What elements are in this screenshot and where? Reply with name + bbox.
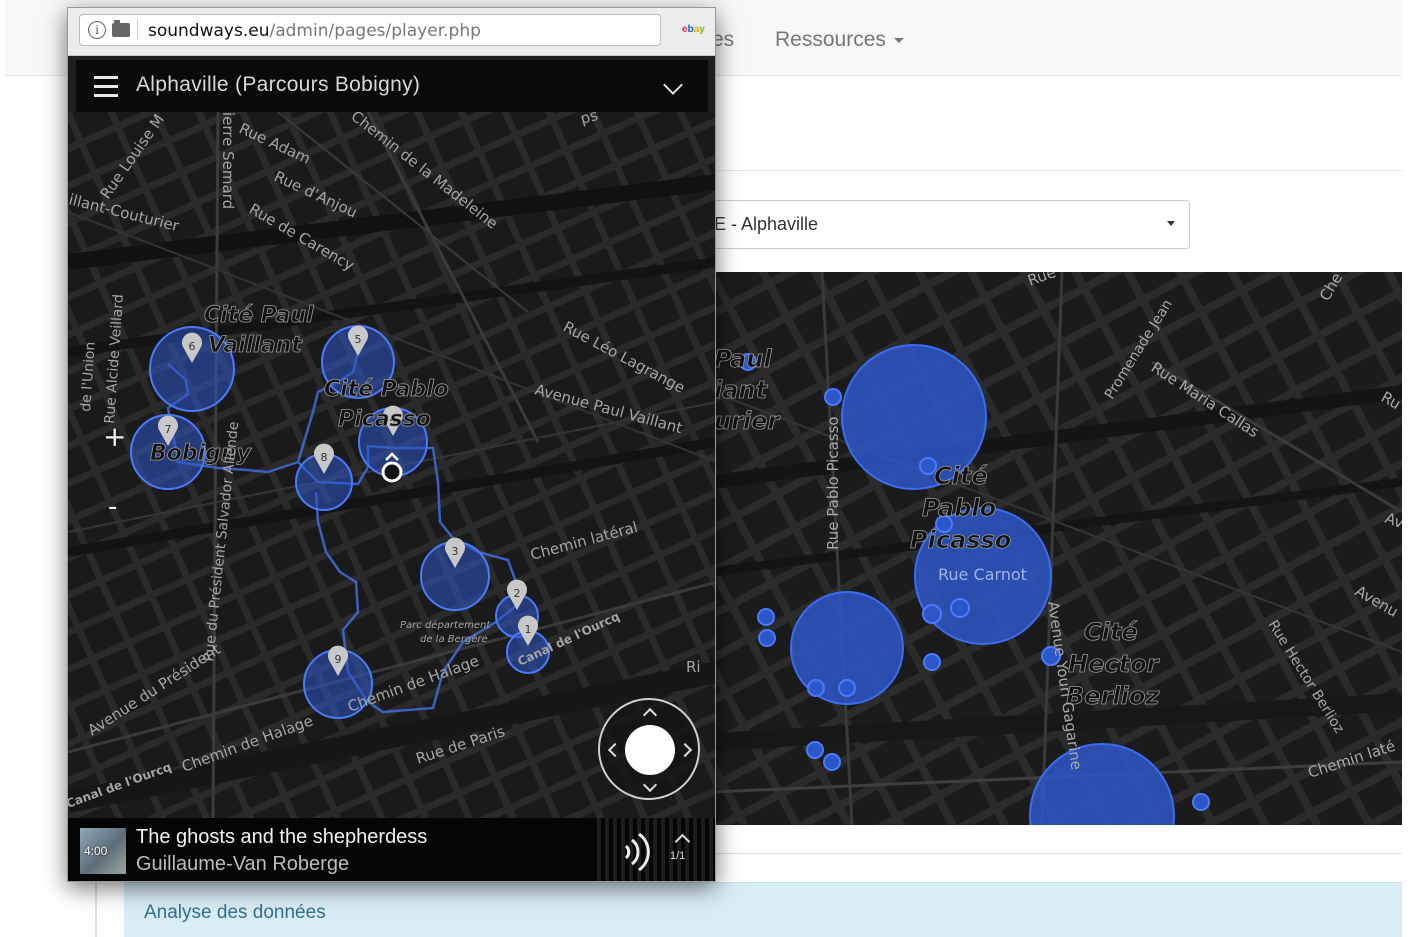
address-bar[interactable]: i soundways.eu/admin/pages/player.php xyxy=(79,14,661,46)
route-title: Alphaville (Parcours Bobigny) xyxy=(136,73,421,96)
hamburger-menu-icon[interactable] xyxy=(94,76,118,98)
map-label: Hector xyxy=(1068,650,1161,678)
playlist-count: 1/1 xyxy=(670,850,686,862)
url-domain: soundways.eu xyxy=(148,21,270,41)
map-label: Vaillant xyxy=(208,333,303,358)
svg-text:5: 5 xyxy=(355,333,362,346)
arrow-left-icon[interactable] xyxy=(607,742,623,758)
admin-point[interactable] xyxy=(923,653,941,671)
divider xyxy=(712,170,1402,171)
panel-edge xyxy=(95,880,124,937)
sound-waves-icon[interactable] xyxy=(620,832,654,872)
map-label: Cité xyxy=(934,462,988,490)
admin-point[interactable] xyxy=(950,598,970,618)
arrow-right-icon[interactable] xyxy=(677,742,693,758)
map-label: Picasso xyxy=(910,526,1011,554)
zoom-in-button[interactable]: + xyxy=(103,420,126,453)
chevron-up-icon xyxy=(674,833,691,850)
url-text: soundways.eu/admin/pages/player.php xyxy=(148,21,481,41)
arrow-up-icon[interactable] xyxy=(642,707,658,723)
equalizer-background xyxy=(597,818,715,881)
admin-point[interactable] xyxy=(757,608,775,626)
track-title: The ghosts and the shepherdess xyxy=(136,826,428,848)
caret-down-icon xyxy=(893,37,904,43)
analysis-panel-title: Analyse des données xyxy=(144,902,326,923)
map-label: Rue Pablo Picasso xyxy=(824,416,842,550)
admin-point[interactable] xyxy=(758,629,776,647)
nav-resources-label: Ressources xyxy=(775,28,886,51)
svg-text:6: 6 xyxy=(189,340,196,353)
now-playing-bar: 4:00 The ghosts and the shepherdess Guil… xyxy=(68,818,715,881)
track-thumbnail[interactable]: 4:00 xyxy=(80,828,126,874)
url-path: /admin/pages/player.php xyxy=(269,21,481,41)
info-icon[interactable]: i xyxy=(88,21,106,39)
map-label: Cité Pablo xyxy=(324,377,449,402)
map-label: Cité Paul xyxy=(204,303,314,328)
admin-point[interactable] xyxy=(922,604,942,624)
browser-toolbar: i soundways.eu/admin/pages/player.php eb… xyxy=(68,8,715,56)
page-icon xyxy=(112,20,130,37)
admin-point[interactable] xyxy=(1192,793,1210,811)
map-label: Paul xyxy=(714,345,772,373)
screen: es Ressources E - Alphaville Paul iant u… xyxy=(0,0,1410,937)
admin-point[interactable] xyxy=(838,679,856,697)
map-label: iant xyxy=(714,376,769,404)
svg-text:2: 2 xyxy=(514,587,521,600)
map-label: Rue Carnot xyxy=(938,565,1027,584)
admin-point[interactable] xyxy=(807,679,825,697)
select-caret-icon xyxy=(1167,221,1175,226)
svg-text:9: 9 xyxy=(335,653,342,666)
map-label: de la Bergère xyxy=(420,633,488,645)
player-header: Alphaville (Parcours Bobigny) xyxy=(76,60,708,112)
divider xyxy=(712,853,1402,854)
track-duration: 4:00 xyxy=(84,844,108,858)
joystick-control[interactable] xyxy=(598,698,700,800)
map-label: Cité xyxy=(1084,618,1138,646)
map-label: Parc département xyxy=(400,619,491,631)
svg-text:7: 7 xyxy=(165,423,172,436)
admin-map-canvas: Paul iant urier Cité Pablo Picasso Cité … xyxy=(712,272,1402,825)
route-select-value: E - Alphaville xyxy=(714,214,819,234)
player-popup-window: i soundways.eu/admin/pages/player.php eb… xyxy=(67,7,716,882)
divider xyxy=(137,20,138,40)
player-map[interactable]: 6 5 4 7 8 3 2 1 9 Cité Paul Vaillant Cit… xyxy=(68,112,715,818)
zoom-out-button[interactable]: - xyxy=(108,492,117,522)
map-label: Ri xyxy=(686,658,701,676)
map-label: urier xyxy=(714,407,781,435)
playlist-expand-button[interactable]: 1/1 xyxy=(668,830,698,870)
svg-text:1: 1 xyxy=(525,623,532,636)
map-label: Pablo xyxy=(922,494,996,522)
admin-map[interactable]: Paul iant urier Cité Pablo Picasso Cité … xyxy=(712,272,1402,825)
map-label: Picasso xyxy=(338,407,431,432)
svg-text:3: 3 xyxy=(452,545,459,558)
admin-point[interactable] xyxy=(806,741,824,759)
admin-point[interactable] xyxy=(823,753,841,771)
svg-text:8: 8 xyxy=(321,451,328,464)
map-label: Berlioz xyxy=(1066,682,1160,710)
ebay-extension-icon[interactable]: ebay xyxy=(682,24,705,35)
track-artist: Guillaume-Van Roberge xyxy=(136,853,350,875)
admin-point[interactable] xyxy=(824,388,842,406)
arrow-down-icon[interactable] xyxy=(642,777,658,793)
chevron-down-icon[interactable] xyxy=(663,75,683,95)
nav-resources-dropdown[interactable]: Ressources xyxy=(775,28,904,52)
joystick-knob[interactable] xyxy=(625,725,675,775)
map-label: ierre Semard xyxy=(219,112,237,209)
